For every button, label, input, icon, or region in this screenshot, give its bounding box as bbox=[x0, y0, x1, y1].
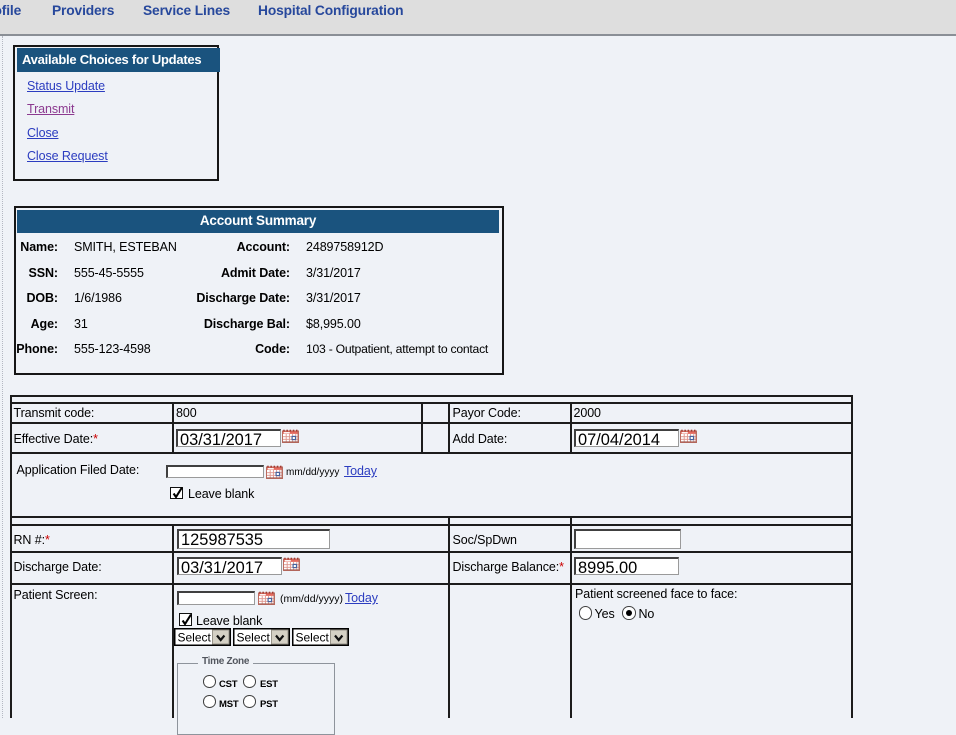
svg-text:Select: Select bbox=[237, 631, 271, 645]
svg-text:Select: Select bbox=[178, 631, 212, 645]
svg-text:Select: Select bbox=[296, 631, 330, 645]
